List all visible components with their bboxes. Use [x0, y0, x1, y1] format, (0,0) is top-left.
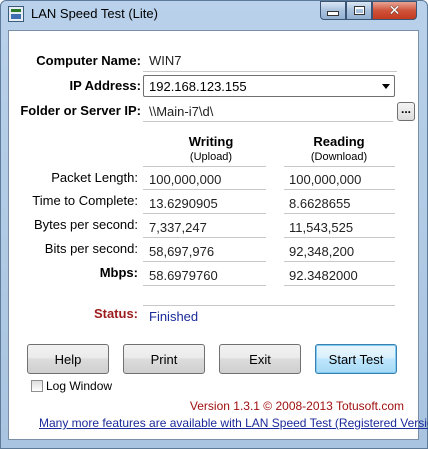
browse-button[interactable]: ... [397, 102, 415, 121]
window-title: LAN Speed Test (Lite) [31, 6, 158, 21]
help-button[interactable]: Help [27, 344, 109, 374]
minimize-button[interactable] [320, 1, 346, 20]
writing-subheader: (Upload) [189, 151, 233, 163]
ip-address-value: 192.168.123.155 [149, 79, 247, 94]
folder-server-label: Folder or Server IP: [20, 103, 141, 118]
maximize-icon [353, 6, 365, 15]
divider [284, 166, 395, 167]
divider [143, 285, 266, 286]
divider [284, 189, 395, 190]
packet-length-label: Packet Length: [51, 170, 138, 185]
registered-version-link[interactable]: Many more features are available with LA… [39, 416, 428, 430]
folder-server-input[interactable]: \\Main-i7\d\ [149, 104, 213, 119]
divider [284, 261, 395, 262]
time-to-complete-label: Time to Complete: [32, 193, 138, 208]
main-panel: Computer Name: WIN7 IP Address: 192.168.… [8, 30, 428, 440]
exit-button[interactable]: Exit [219, 344, 301, 374]
divider [143, 189, 266, 190]
divider [143, 261, 266, 262]
packet-length-reading: 100,000,000 [289, 172, 362, 187]
close-button[interactable]: ✕ [372, 1, 417, 20]
writing-header: Writing [188, 134, 234, 149]
divider [143, 213, 266, 214]
divider [143, 305, 395, 306]
app-icon[interactable] [8, 6, 24, 22]
bits-per-second-label: Bits per second: [44, 241, 138, 256]
ip-address-select[interactable]: 192.168.123.155 [143, 75, 395, 97]
divider [143, 71, 397, 72]
mbps-label: Mbps: [99, 265, 138, 280]
mbps-writing: 58.6979760 [149, 268, 218, 283]
bytes-per-second-label: Bytes per second: [33, 217, 138, 232]
divider [284, 213, 395, 214]
bits-per-second-writing: 58,697,976 [149, 244, 215, 259]
bits-per-second-reading: 92,348,200 [289, 244, 355, 259]
chevron-down-icon [382, 84, 390, 89]
title-bar[interactable]: LAN Speed Test (Lite) ✕ [1, 1, 427, 27]
ip-address-label: IP Address: [69, 78, 141, 93]
computer-name-value: WIN7 [149, 53, 182, 68]
bytes-per-second-writing: 7,337,247 [149, 220, 207, 235]
reading-header: Reading [313, 134, 365, 149]
status-value: Finished [149, 309, 199, 324]
status-label: Status: [93, 306, 138, 321]
version-text: Version 1.3.1 © 2008-2013 Totusoft.com [189, 399, 404, 413]
divider [284, 285, 395, 286]
divider [143, 237, 266, 238]
computer-name-label: Computer Name: [36, 53, 141, 68]
app-window: LAN Speed Test (Lite) ✕ Computer Name: W… [0, 0, 428, 449]
print-button[interactable]: Print [123, 344, 205, 374]
mbps-reading: 92.3482000 [289, 268, 358, 283]
divider [143, 166, 266, 167]
time-to-complete-writing: 13.6290905 [149, 196, 218, 211]
log-window-label[interactable]: Log Window [46, 379, 112, 393]
start-test-button[interactable]: Start Test [315, 344, 397, 374]
reading-subheader: (Download) [310, 151, 368, 163]
divider [284, 237, 395, 238]
close-icon: ✕ [388, 2, 401, 19]
maximize-button[interactable] [346, 1, 372, 20]
log-window-checkbox[interactable] [31, 380, 43, 392]
minimize-icon [327, 11, 339, 16]
bytes-per-second-reading: 11,543,525 [289, 220, 354, 235]
packet-length-writing: 100,000,000 [149, 172, 222, 187]
time-to-complete-reading: 8.6628655 [289, 196, 351, 211]
divider [143, 121, 393, 122]
